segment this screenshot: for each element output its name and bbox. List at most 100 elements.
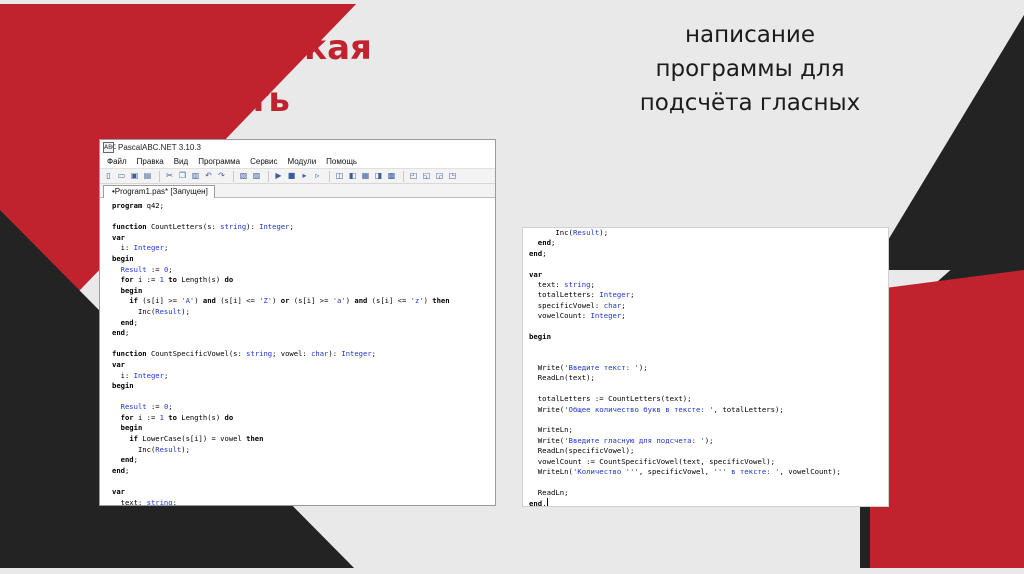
step-over-icon[interactable]: ▹ [312,171,323,182]
find-icon[interactable]: ▧ [238,171,249,182]
run-icon[interactable]: ▶ [273,171,284,182]
format-icon[interactable]: ▦ [360,171,371,182]
code-line: Write('Общее количество букв в тексте: '… [529,404,784,414]
heading-right: написание программы для подсчёта гласных [600,18,900,120]
code-line: var [112,232,125,242]
heading-left: практическая часть [56,22,416,126]
tab-program1[interactable]: •Program1.pas* [Запущен] [103,185,215,198]
code-line: end; [537,238,556,248]
menu-item[interactable]: Вид [174,157,188,166]
window-icon[interactable]: ◱ [421,171,432,182]
text-cursor [546,498,548,506]
toolbar-separator [403,170,404,182]
cut-icon[interactable]: ✂ [164,171,175,182]
code-line: end; [112,465,130,475]
code-line: var [112,359,125,369]
window-titlebar: ABC PascalABC.NET 3.10.3 [100,140,495,155]
code-line: vowelCount := CountSpecificVowel(text, s… [529,456,776,466]
code-line: text: string; [112,497,177,506]
code-line: end; [120,317,138,327]
code-line: begin [529,331,551,341]
code-line: totalLetters := CountLetters(text); [529,394,692,404]
menu-bar: Файл Правка Вид Программа Сервис Модули Помощь [100,155,495,168]
code-line: if LowerCase(s[i]) = vowel then [129,434,264,444]
toolbar-separator [233,170,234,182]
code-line: Result := 0; [120,264,173,274]
code-line: WriteLn; [529,425,573,435]
code-panel-continuation: Inc(Result); end; end; var text: string; … [522,227,889,507]
window2-icon[interactable]: ◲ [434,171,445,182]
code-line: Inc(Result); [529,228,609,237]
toggle-panel-icon[interactable]: ◰ [408,171,419,182]
code-line: begin [120,423,143,433]
code-line: i: Integer; [112,370,169,380]
breakpoint-icon[interactable]: ◫ [334,171,345,182]
code-line: var [112,487,125,497]
window3-icon[interactable]: ◳ [447,171,458,182]
toolbar: ▯ ▭ ▣ ▤ ✂ ❐ ▥ ↶ ↷ ▧ ▨ ▶ ■ ▸ ▹ ◫ ◧ ▦ ◨ ▩ ◰ ◱ ◲ ◳ [100,168,495,184]
copy-icon[interactable]: ❐ [177,171,188,182]
toolbar-separator [268,170,269,182]
undo-icon[interactable]: ↶ [203,171,214,182]
menu-item[interactable]: Файл [107,157,127,166]
code-line: WriteLn('Количество ''', specificVowel, … [529,466,841,476]
step-icon[interactable]: ▸ [299,171,310,182]
code-line: totalLetters: Integer; [529,290,635,300]
code-line: Inc(Result); [112,306,190,316]
menu-item[interactable]: Модули [288,157,317,166]
heading-right-line: написание [685,22,815,48]
code-line: begin [112,381,134,391]
compile-icon[interactable]: ▩ [386,171,397,182]
open-icon[interactable]: ▭ [116,171,127,182]
code-line: program q42; [112,201,164,210]
menu-item[interactable]: Программа [198,157,240,166]
heading-right-line: подсчёта гласных [639,90,861,116]
code-line: vowelCount: Integer; [529,311,626,321]
code-editor-continuation[interactable]: Inc(Result); end; end; var text: string; … [523,228,888,507]
app-icon: ABC [103,142,117,153]
stop-icon[interactable]: ■ [286,171,297,182]
code-line: var [529,269,543,279]
right-red-shape [870,270,1024,574]
code-line: end. [529,498,548,507]
heading-right-line: программы для [655,56,845,82]
heading-left-line: часть [182,80,290,120]
editor-tab-bar: •Program1.pas* [Запущен] [100,184,495,198]
code-line: if (s[i] >= 'A') and (s[i] <= 'Z') or (s… [129,296,450,306]
code-line: ReadLn; [529,487,569,497]
code-line: end; [120,455,138,465]
toolbar-separator [329,170,330,182]
code-line: specificVowel: char; [529,300,626,310]
watch-icon[interactable]: ◧ [347,171,358,182]
debug-icon[interactable]: ◨ [373,171,384,182]
window-title: PascalABC.NET 3.10.3 [118,143,202,152]
replace-icon[interactable]: ▨ [251,171,262,182]
save-icon[interactable]: ▣ [129,171,140,182]
ide-window: ABC PascalABC.NET 3.10.3 Файл Правка Вид Пр… [99,139,496,506]
menu-item[interactable]: Правка [137,157,164,166]
menu-item[interactable]: Помощь [326,157,357,166]
code-line: function CountLetters(s: string): Intege… [112,222,294,232]
menu-item[interactable]: Сервис [250,157,277,166]
toolbar-separator [159,170,160,182]
code-line: ReadLn(text); [529,373,595,383]
code-line: Write('Введите текст: '); [529,363,648,373]
code-line: Inc(Result); [112,444,190,454]
redo-icon[interactable]: ↷ [216,171,227,182]
save-all-icon[interactable]: ▤ [142,171,153,182]
code-line: begin [112,253,134,263]
code-editor[interactable]: program q42; function CountLetters(s: st… [100,198,495,506]
code-line: text: string; [529,279,595,289]
new-file-icon[interactable]: ▯ [103,171,114,182]
paste-icon[interactable]: ▥ [190,171,201,182]
code-line: for i := 1 to Length(s) do [120,275,234,285]
code-line: ReadLn(specificVowel); [529,446,635,456]
code-line: i: Integer; [112,243,169,253]
